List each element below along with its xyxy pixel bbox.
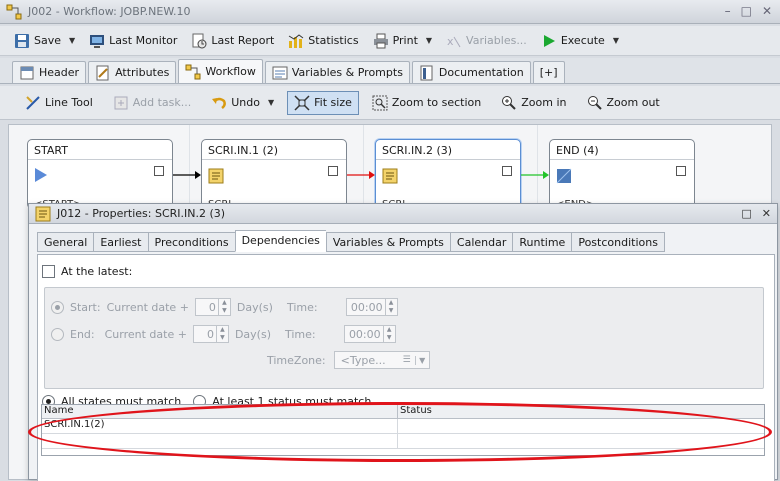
end-radio[interactable] (51, 327, 64, 341)
variables-icon: x (447, 35, 461, 48)
tab-preconditions[interactable]: Preconditions (147, 232, 235, 252)
table-row[interactable]: SCRI.IN.1(2) (42, 419, 764, 434)
chevron-down-icon[interactable]: ▼ (613, 36, 619, 45)
tab-attributes[interactable]: Attributes (88, 61, 177, 83)
add-task-icon (114, 96, 128, 109)
tab-add[interactable]: [+] (532, 61, 565, 83)
tab-dependencies[interactable]: Dependencies (234, 230, 326, 252)
printer-icon (373, 33, 388, 48)
chevron-down-icon[interactable]: ▼ (69, 36, 75, 45)
play-icon (543, 34, 555, 47)
undo-icon (212, 97, 227, 109)
dialog-title: J012 - Properties: SCRI.IN.2 (3) (57, 207, 226, 220)
script-icon (35, 206, 51, 221)
add-task-button[interactable]: Add task... (106, 91, 198, 115)
timezone-select[interactable]: <Type... ☰ ▼ (333, 351, 430, 369)
monitor-icon (90, 34, 105, 48)
zoom-section-button[interactable]: Zoom to section (365, 91, 488, 115)
save-button[interactable]: Save ▼ (8, 29, 81, 53)
cell-name: SCRI.IN.1(2) (42, 419, 398, 433)
end-row: End: Current date + 0 ▲ ▼ Day(s) Time: 00:… (51, 325, 396, 343)
start-time-spinner[interactable]: 00:00 ▲ ▼ (345, 298, 398, 316)
workflow-connections (173, 171, 549, 179)
execute-button[interactable]: Execute ▼ (535, 29, 625, 53)
column-header-name[interactable]: Name (42, 405, 398, 418)
window-title: J002 - Workflow: JOBP.NEW.10 (28, 5, 191, 18)
end-time-spinner[interactable]: 00:00 ▲ ▼ (343, 325, 396, 343)
last-report-button[interactable]: Last Report (185, 29, 280, 53)
zoom-in-icon (502, 95, 516, 110)
at-latest-label: At the latest: (61, 265, 133, 278)
tab-variables-prompts[interactable]: Variables & Prompts (264, 61, 410, 83)
at-latest-checkbox[interactable] (42, 265, 55, 278)
dependencies-table: Name Status SCRI.IN.1(2) (41, 404, 765, 456)
main-toolbar: Save ▼ Last Monitor Last Report Statistic… (0, 26, 780, 56)
chevron-down-icon[interactable]: ▼ (426, 36, 432, 45)
report-icon (192, 33, 207, 48)
arrowhead (369, 171, 375, 179)
at-latest-group: Start: Current date + 0 ▲ ▼ Day(s) Time: 0… (44, 287, 764, 389)
tab-documentation[interactable]: Documentation (411, 61, 531, 83)
chart-icon (289, 33, 304, 48)
maximize-button[interactable]: □ (741, 207, 751, 220)
object-tabs: Header Attributes Workflow Variables & P… (0, 58, 780, 84)
dialog-tabs: General Earliest Preconditions Dependenc… (37, 230, 665, 252)
start-row: Start: Current date + 0 ▲ ▼ Day(s) Time: 0… (51, 298, 398, 316)
tab-variables-prompts[interactable]: Variables & Prompts (325, 232, 450, 252)
start-days-spinner[interactable]: 0 ▲ ▼ (194, 298, 231, 316)
column-header-status[interactable]: Status (398, 405, 764, 418)
cell-status (398, 419, 764, 433)
svg-text:x: x (447, 35, 454, 48)
dialog-title-bar: J012 - Properties: SCRI.IN.2 (3) □ ✕ (29, 204, 777, 224)
pencil-icon (26, 95, 40, 110)
zoom-section-icon (372, 95, 388, 110)
tab-earliest[interactable]: Earliest (93, 232, 148, 252)
tab-general[interactable]: General (37, 232, 94, 252)
close-button[interactable]: ✕ (762, 207, 771, 220)
close-button[interactable]: ✕ (762, 4, 772, 18)
doc-icon (420, 65, 433, 80)
attributes-icon (96, 65, 109, 80)
statistics-button[interactable]: Statistics (282, 29, 364, 53)
fit-size-button[interactable]: Fit size (287, 90, 359, 115)
variables-button[interactable]: x Variables... (440, 29, 533, 53)
at-latest-row: At the latest: (42, 265, 132, 278)
minimize-button[interactable]: – (725, 4, 731, 18)
variables-icon (272, 66, 288, 79)
tab-calendar[interactable]: Calendar (449, 232, 513, 252)
arrowhead (195, 171, 201, 179)
zoom-out-button[interactable]: Zoom out (580, 91, 667, 115)
add-tab-icon: [+] (539, 66, 558, 79)
properties-dialog: J012 - Properties: SCRI.IN.2 (3) □ ✕ Gen… (28, 203, 778, 481)
zoom-out-icon (587, 95, 602, 110)
chevron-down-icon[interactable]: ▼ (414, 355, 429, 365)
window-title-bar: J002 - Workflow: JOBP.NEW.10 – □ ✕ (0, 0, 780, 24)
workflow-toolbar: Line Tool Add task... Undo ▼ Fit size Zoo… (0, 86, 780, 120)
table-header: Name Status (42, 405, 764, 419)
timezone-row: TimeZone: <Type... ☰ ▼ (267, 351, 430, 369)
workflow-icon (185, 64, 201, 79)
last-monitor-button[interactable]: Last Monitor (83, 29, 183, 53)
fit-icon (294, 94, 310, 111)
undo-button[interactable]: Undo ▼ (204, 91, 281, 115)
maximize-button[interactable]: □ (741, 4, 752, 18)
header-icon (20, 66, 34, 79)
tab-runtime[interactable]: Runtime (512, 232, 572, 252)
line-tool-button[interactable]: Line Tool (18, 91, 100, 115)
tab-postconditions[interactable]: Postconditions (571, 232, 665, 252)
floppy-icon (15, 33, 29, 48)
table-row-empty[interactable] (42, 434, 764, 449)
arrowhead (543, 171, 549, 179)
list-icon[interactable]: ☰ (399, 355, 415, 365)
zoom-in-button[interactable]: Zoom in (494, 91, 573, 115)
workflow-app-icon (6, 4, 22, 19)
start-radio[interactable] (51, 300, 64, 314)
end-days-spinner[interactable]: 0 ▲ ▼ (192, 325, 229, 343)
chevron-down-icon[interactable]: ▼ (268, 98, 274, 107)
tab-workflow[interactable]: Workflow (178, 59, 263, 83)
print-button[interactable]: Print ▼ (367, 29, 438, 53)
tab-header[interactable]: Header (12, 61, 87, 83)
